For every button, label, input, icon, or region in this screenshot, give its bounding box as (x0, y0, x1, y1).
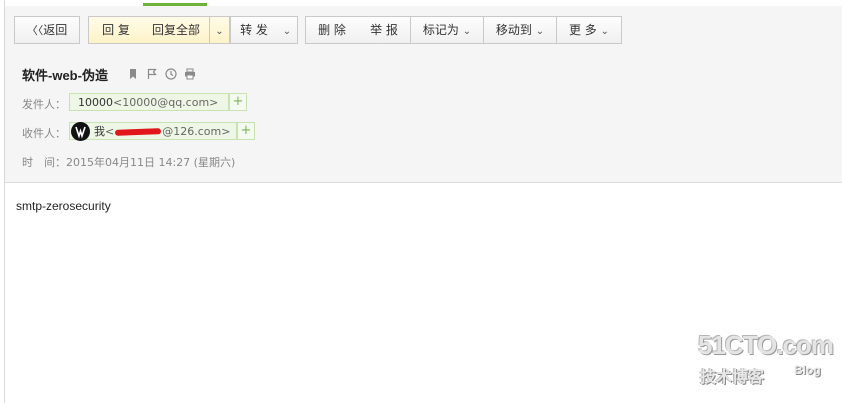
redaction-mark (115, 128, 162, 136)
move-to-button[interactable]: 移动到 ⌄ (484, 16, 557, 44)
reply-all-label: 回复全部 (151, 23, 200, 37)
chevron-down-icon: ⌄ (462, 26, 472, 37)
time-label: 时 间： (22, 156, 66, 169)
recipient-address-suffix: @126.com> (162, 125, 231, 138)
reply-all-button[interactable]: 回复全部 (143, 16, 210, 44)
watermark-main: 51CTO.com (698, 330, 834, 360)
forward-dropdown-button[interactable]: ⌄ (277, 16, 298, 44)
back-button[interactable]: 〈〈返回 (14, 16, 80, 44)
more-button[interactable]: 更 多 ⌄ (557, 16, 622, 44)
mark-as-label: 标记为 (422, 23, 459, 37)
back-label: 返回 (43, 23, 68, 37)
watermark-logo: 51CTO.com 技术博客 Blog (698, 330, 834, 386)
recipient-name: 我 (94, 125, 105, 138)
chevron-down-icon: ⌄ (215, 26, 224, 37)
back-chevrons-icon: 〈〈 (26, 24, 44, 37)
mail-subject: 软件-web-伪造 (22, 67, 108, 83)
report-label: 举 报 (370, 23, 398, 37)
header-divider (5, 182, 842, 183)
clock-icon[interactable] (165, 68, 177, 80)
add-recipient-contact-button[interactable]: + (237, 122, 255, 140)
time-row: 时 间：2015年04月11日 14:27 (星期六) (22, 154, 235, 170)
plus-icon: + (240, 123, 252, 138)
mark-as-button[interactable]: 标记为 ⌄ (411, 16, 484, 44)
recipient-address-prefix: < (105, 125, 115, 138)
reply-button[interactable]: 回 复 (88, 16, 144, 44)
report-button[interactable]: 举 报 (358, 16, 411, 44)
delete-label: 删 除 (318, 23, 346, 37)
avatar (71, 122, 90, 141)
chevron-down-icon: ⌄ (535, 26, 545, 37)
mail-body: smtp-zerosecurity (16, 199, 111, 213)
watermark-blog: Blog (794, 363, 821, 377)
recipient-chip[interactable]: 我< @126.com> (69, 122, 237, 141)
time-value: 2015年04月11日 14:27 (星期六) (66, 156, 236, 169)
sender-name: 10000 (78, 96, 113, 109)
print-icon[interactable] (184, 68, 196, 80)
to-label: 收件人： (22, 127, 66, 140)
plus-icon: + (232, 94, 244, 109)
reply-label: 回 复 (102, 23, 130, 37)
chevron-down-icon: ⌄ (282, 26, 292, 37)
chevron-down-icon: ⌄ (600, 26, 610, 37)
bookmark-icon[interactable] (127, 68, 139, 80)
subject-row: 软件-web-伪造 (22, 64, 196, 84)
flag-icon[interactable] (146, 68, 158, 80)
from-label: 发件人： (22, 98, 66, 111)
sender-chip[interactable]: 10000<10000@qq.com> (69, 93, 229, 111)
add-sender-contact-button[interactable]: + (229, 93, 247, 111)
more-label: 更 多 (568, 23, 597, 37)
sender-address: <10000@qq.com> (113, 96, 219, 109)
forward-button[interactable]: 转 发 (230, 16, 278, 44)
watermark-sub: 技术博客 (700, 367, 765, 386)
delete-button[interactable]: 删 除 (305, 16, 359, 44)
forward-label: 转 发 (240, 23, 268, 37)
move-to-label: 移动到 (495, 23, 532, 37)
active-tab-indicator (143, 3, 207, 6)
reply-dropdown-button[interactable]: ⌄ (210, 16, 230, 44)
